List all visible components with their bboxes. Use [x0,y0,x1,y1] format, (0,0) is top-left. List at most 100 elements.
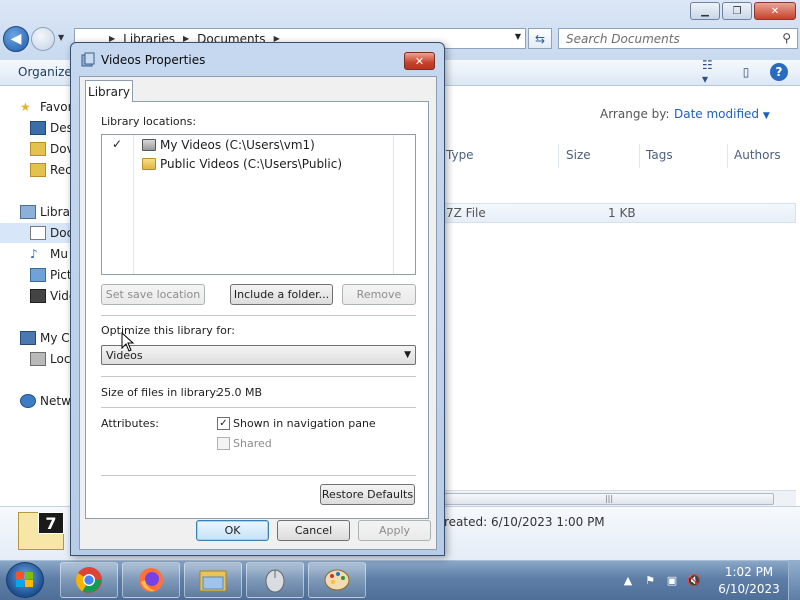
nav-favorites[interactable]: ★ Favor [20,97,73,117]
nav-documents[interactable]: Doc [0,223,75,243]
apply-button[interactable]: Apply [358,520,431,541]
column-divider[interactable] [558,144,559,168]
ok-button[interactable]: OK [196,520,269,541]
show-desktop-button[interactable] [788,560,800,600]
music-icon: ♪ [30,247,38,261]
videos-folder-icon [142,139,156,151]
arrange-by-dropdown[interactable]: Date modified ▼ [674,107,770,121]
optimize-for-select[interactable]: Videos ▼ [101,345,416,365]
forward-button[interactable] [31,27,55,51]
windows-logo-icon [16,572,33,587]
shown-in-nav-label[interactable]: Shown in navigation pane [233,417,376,430]
remove-button[interactable]: Remove [342,284,416,305]
file-type-cell: 7Z File [446,206,486,220]
chevron-down-icon: ▼ [404,350,411,360]
pictures-icon [30,268,46,282]
column-header-size[interactable]: Size [566,148,591,162]
desktop-icon [30,121,46,135]
mouse-icon [265,569,285,593]
recent-pages-dropdown[interactable]: ▼ [58,33,64,42]
taskbar-chrome[interactable] [60,562,118,598]
tab-library[interactable]: Library [85,80,133,102]
nav-local-disk[interactable]: Loc [30,349,70,369]
nav-desktop[interactable]: Des [30,118,73,138]
separator [101,407,416,408]
column-header-tags[interactable]: Tags [646,148,673,162]
mouse-pointer-icon [121,332,135,352]
search-icon[interactable]: ⚲ [782,31,791,45]
search-input[interactable]: Search Documents ⚲ [558,28,798,49]
separator [101,475,416,476]
attributes-label: Attributes: [101,417,160,430]
taskbar-mouse-app[interactable] [246,562,304,598]
shown-in-nav-checkbox[interactable]: ✓ [217,417,230,430]
window-controls: ▁ ❐ ✕ [690,2,796,20]
network-icon [20,394,36,408]
taskbar-paint[interactable] [308,562,366,598]
location-item-my-videos[interactable]: My Videos (C:\Users\vm1) [142,136,315,154]
column-divider[interactable] [727,144,728,168]
preview-pane-icon[interactable]: ▯ [736,63,756,81]
folder-icon [199,570,227,592]
volume-muted-icon[interactable]: 🔇 [686,572,702,588]
library-locations-list[interactable]: ✓ My Videos (C:\Users\vm1) Public Videos… [101,134,416,275]
downloads-icon [30,142,46,156]
network-status-icon[interactable]: ▣ [664,572,680,588]
libraries-icon [20,205,36,219]
chevron-down-icon: ▼ [762,111,770,121]
separator [101,315,416,316]
address-dropdown-icon[interactable]: ▼ [515,32,521,41]
arrow-left-icon: ◀ [10,31,22,47]
location-item-public-videos[interactable]: Public Videos (C:\Users\Public) [142,155,342,173]
sevenzip-badge-icon: 7 [38,512,64,534]
back-button[interactable]: ◀ [3,26,29,52]
dialog-body: Library Library locations: ✓ My Videos (… [79,76,437,550]
list-divider [133,135,134,274]
set-save-location-button[interactable]: Set save location [101,284,205,305]
chrome-icon [75,567,102,593]
dialog-close-button[interactable]: ✕ [404,52,435,70]
cancel-button[interactable]: Cancel [277,520,350,541]
shared-label: Shared [233,437,272,450]
close-icon: ✕ [414,54,425,68]
help-icon[interactable]: ? [770,63,788,81]
library-icon [81,52,95,67]
include-folder-button[interactable]: Include a folder... [230,284,333,305]
library-tab-panel: Library locations: ✓ My Videos (C:\Users… [85,101,429,519]
recent-places-icon [30,163,46,177]
nav-pictures[interactable]: Pict [30,265,72,285]
documents-icon [30,226,46,240]
dialog-title: Videos Properties [101,53,206,67]
maximize-button[interactable]: ❐ [722,2,752,20]
column-header-authors[interactable]: Authors [734,148,781,162]
nav-computer[interactable]: My C [20,328,70,348]
action-center-flag-icon[interactable]: ⚑ [642,572,658,588]
nav-network[interactable]: Netw [20,391,71,411]
arrange-by-label: Arrange by: [600,107,670,121]
organize-menu[interactable]: Organize [18,65,72,79]
nav-music[interactable]: ♪ Mu [30,244,68,264]
shared-checkbox[interactable] [217,437,230,450]
column-divider[interactable] [639,144,640,168]
restore-defaults-button[interactable]: Restore Defaults [320,484,415,505]
nav-libraries[interactable]: Librar [20,202,75,222]
nav-recent[interactable]: Rec [30,160,72,180]
refresh-icon: ⇆ [534,31,546,46]
view-options-icon[interactable]: ☷ ▾ [702,58,722,86]
horizontal-scrollbar[interactable]: ||| [444,490,796,506]
taskbar-explorer[interactable] [184,562,242,598]
computer-icon [20,331,36,345]
firefox-icon [139,568,163,592]
nav-downloads[interactable]: Dov [30,139,74,159]
scrollbar-thumb[interactable]: ||| [444,493,774,505]
file-size-cell: 1 KB [608,206,636,220]
refresh-button[interactable]: ⇆ [528,28,552,49]
show-hidden-icons-icon[interactable]: ▲ [620,572,636,588]
system-tray: ▲ ⚑ ▣ 🔇 [620,572,702,588]
close-window-button[interactable]: ✕ [754,2,796,20]
taskbar-firefox[interactable] [122,562,180,598]
column-header-type[interactable]: Type [446,148,474,162]
taskbar-clock[interactable]: 1:02 PM 6/10/2023 [718,564,780,598]
paint-palette-icon [324,569,350,591]
minimize-button[interactable]: ▁ [690,2,720,20]
